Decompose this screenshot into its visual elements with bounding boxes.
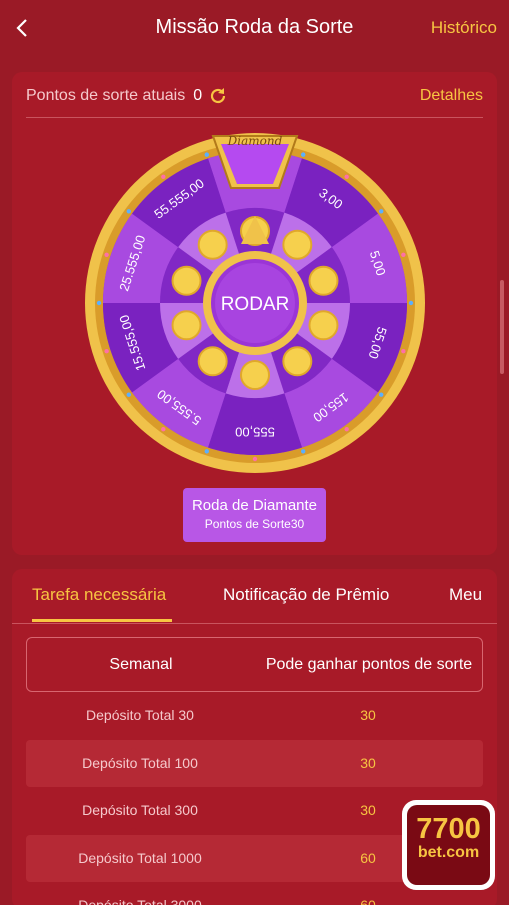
rim-light xyxy=(204,449,209,454)
rim-light xyxy=(252,456,258,462)
rim-light xyxy=(126,392,131,397)
rim-light xyxy=(161,427,166,432)
rim-light xyxy=(344,174,349,179)
points-row: Pontos de sorte atuais 0 xyxy=(26,86,228,106)
task-name: Depósito Total 100 xyxy=(82,755,198,771)
rim-light xyxy=(161,174,166,179)
history-link[interactable]: Histórico xyxy=(431,18,497,38)
rim-light xyxy=(104,252,109,257)
logo-text-domain: bet.com xyxy=(417,844,480,861)
coin-icon xyxy=(282,346,313,377)
scrollbar[interactable] xyxy=(500,280,504,374)
table-header: Semanal Pode ganhar pontos de sorte xyxy=(26,637,483,692)
details-link[interactable]: Detalhes xyxy=(420,87,483,105)
divider xyxy=(12,623,497,624)
logo-text-number: 7700 xyxy=(416,813,481,845)
rim-light xyxy=(401,349,406,354)
coin-icon xyxy=(197,346,228,377)
brand-logo-inner: 7700 bet.com xyxy=(407,805,490,885)
rim-light xyxy=(379,392,384,397)
wheel-card: Pontos de sorte atuais 0 Detalhes 1,003,… xyxy=(12,72,497,555)
coin-icon xyxy=(308,265,339,296)
task-points: 60 xyxy=(360,897,376,905)
coin-icon xyxy=(171,265,202,296)
table-row: Depósito Total 100 30 xyxy=(26,740,483,787)
diamond-wheel-points: Pontos de Sorte30 xyxy=(204,517,305,531)
diamond-badge-text: Diamond xyxy=(227,134,283,148)
task-points: 30 xyxy=(360,755,376,771)
active-tab-underline xyxy=(32,619,172,622)
header-weekly: Semanal xyxy=(109,656,173,673)
tab-required-task[interactable]: Tarefa necessária xyxy=(32,585,166,605)
rim-light xyxy=(126,209,131,214)
wheel-segment-label: 555,00 xyxy=(235,425,275,440)
rim-light xyxy=(379,209,384,214)
header-points: Pode ganhar pontos de sorte xyxy=(265,656,473,673)
prize-wheel[interactable]: 1,003,005,0055,00155,00555,005.555,0015.… xyxy=(84,132,426,474)
rim-light xyxy=(408,300,414,306)
brand-logo: 7700 bet.com xyxy=(402,800,495,890)
header: Missão Roda da Sorte Histórico xyxy=(0,0,509,56)
tab-prize-notification[interactable]: Notificação de Prêmio xyxy=(223,585,389,605)
task-name: Depósito Total 300 xyxy=(82,802,198,818)
rim-light xyxy=(301,152,306,157)
rim-light xyxy=(401,252,406,257)
rim-light xyxy=(301,449,306,454)
task-name: Depósito Total 1000 xyxy=(78,850,202,866)
rim-light xyxy=(96,300,102,306)
coin-icon xyxy=(308,310,339,341)
task-name: Depósito Total 30 xyxy=(86,707,194,723)
tabs: Tarefa necessária Notificação de Prêmio … xyxy=(12,569,497,623)
tab-mine[interactable]: Meu xyxy=(449,585,482,605)
diamond-wheel-label: Roda de Diamante xyxy=(191,497,318,514)
rim-light xyxy=(204,152,209,157)
spin-label: RODAR xyxy=(221,294,290,315)
divider xyxy=(26,117,483,118)
task-name: Depósito Total 3000 xyxy=(78,897,202,905)
table-row: Depósito Total 30 30 xyxy=(26,692,483,739)
coin-icon xyxy=(171,310,202,341)
points-label: Pontos de sorte atuais xyxy=(26,87,186,104)
rim-light xyxy=(104,349,109,354)
coin-icon xyxy=(240,360,270,390)
coin-icon xyxy=(282,229,313,260)
points-value: 0 xyxy=(193,87,203,104)
refresh-icon[interactable] xyxy=(208,86,228,106)
coin-icon xyxy=(197,229,228,260)
task-points: 30 xyxy=(360,707,376,723)
rim-light xyxy=(344,427,349,432)
diamond-wheel-button[interactable]: Roda de Diamante Pontos de Sorte30 xyxy=(183,488,326,542)
